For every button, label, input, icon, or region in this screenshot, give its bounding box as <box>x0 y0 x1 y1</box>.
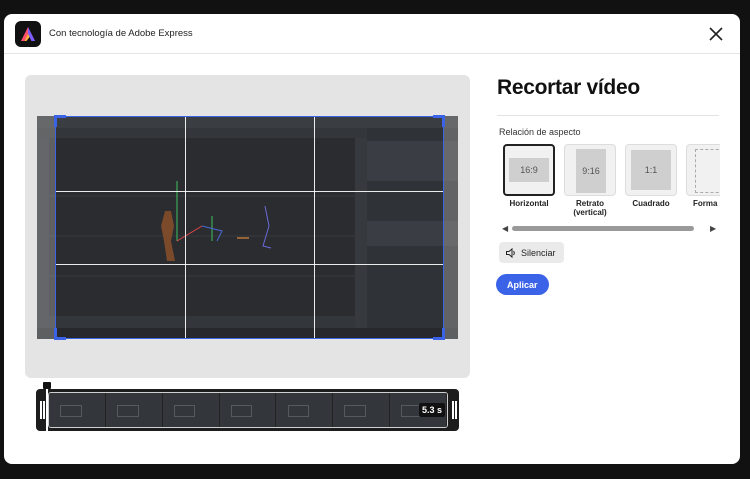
ratio-value: 1:1 <box>631 150 671 190</box>
ratio-value: 16:9 <box>509 158 549 182</box>
adobe-express-logo <box>15 21 41 47</box>
aspect-ratio-label: Relación de aspecto <box>499 127 581 137</box>
ratio-preview: 16:9 <box>503 144 555 196</box>
trim-handle-start[interactable] <box>40 397 45 423</box>
timeline-frame <box>333 393 391 427</box>
freeform-outline <box>695 149 720 193</box>
scroll-right-icon[interactable]: ▶ <box>710 224 716 233</box>
ratio-name: Retrato (vertical) <box>573 199 607 217</box>
crop-mask-right <box>444 116 458 339</box>
ratio-option-portrait[interactable]: 9:16 Retrato (vertical) <box>564 144 616 217</box>
crop-gridline <box>184 117 186 338</box>
video-preview <box>25 75 470 378</box>
ratio-name: Horizontal <box>509 199 549 208</box>
crop-frame[interactable] <box>54 115 445 340</box>
timeline-frame <box>276 393 334 427</box>
aspect-ratio-options: 16:9 Horizontal 9:16 Retrato (vertical) 1… <box>498 144 720 224</box>
crop-gridline <box>313 117 315 338</box>
timeline-frame <box>219 393 277 427</box>
crop-gridline <box>56 264 443 266</box>
crop-gridline <box>56 190 443 192</box>
close-button[interactable] <box>706 24 726 44</box>
ratio-preview <box>686 144 720 196</box>
dialog-header: Con tecnología de Adobe Express <box>4 14 740 54</box>
divider <box>497 115 719 116</box>
ratio-scrollbar[interactable]: ◀ ▶ <box>500 224 718 234</box>
crop-handle-bottom-left[interactable] <box>54 328 66 340</box>
ratio-name: Forma libre <box>693 199 720 208</box>
mute-label: Silenciar <box>521 247 556 258</box>
crop-handle-top-right[interactable] <box>433 115 445 127</box>
ratio-preview: 9:16 <box>564 144 616 196</box>
ratio-preview: 1:1 <box>625 144 677 196</box>
mute-button[interactable]: Silenciar <box>499 242 564 263</box>
apply-button[interactable]: Aplicar <box>496 274 549 295</box>
timeline: 5.3 s <box>36 382 459 434</box>
ratio-name: Cuadrado <box>632 199 670 208</box>
scroll-left-icon[interactable]: ◀ <box>502 224 508 233</box>
ratio-option-freeform[interactable]: Forma libre <box>686 144 720 208</box>
timeline-frames[interactable] <box>48 392 448 428</box>
speaker-icon <box>506 247 515 258</box>
playhead[interactable] <box>43 382 51 434</box>
timeline-frame <box>162 393 220 427</box>
crop-mask-left <box>37 116 55 339</box>
timeline-frame <box>49 393 106 427</box>
timeline-frame <box>105 393 163 427</box>
crop-handle-top-left[interactable] <box>54 115 66 127</box>
ratio-option-horizontal[interactable]: 16:9 Horizontal <box>503 144 555 208</box>
crop-handle-bottom-right[interactable] <box>433 328 445 340</box>
crop-video-dialog: Con tecnología de Adobe Express 5.3 s Re… <box>4 14 740 464</box>
panel-title: Recortar vídeo <box>497 76 640 99</box>
ratio-option-square[interactable]: 1:1 Cuadrado <box>625 144 677 208</box>
ratio-value: 9:16 <box>576 149 606 193</box>
close-icon <box>709 27 723 41</box>
duration-badge: 5.3 s <box>418 403 445 417</box>
trim-handle-end[interactable] <box>452 397 457 423</box>
header-title: Con tecnología de Adobe Express <box>49 28 193 39</box>
scrollbar-thumb[interactable] <box>512 226 694 231</box>
